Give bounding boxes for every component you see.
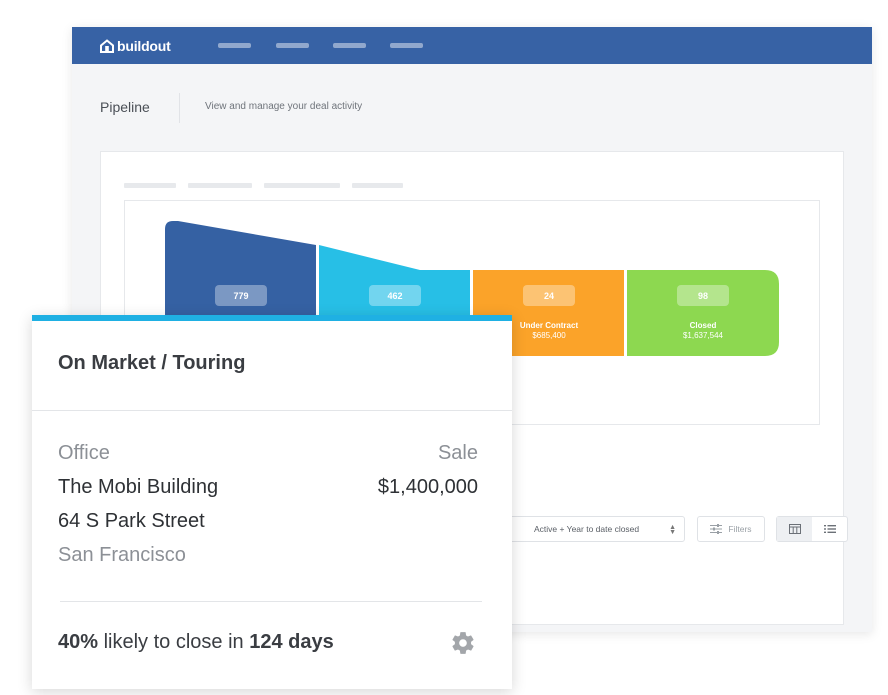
close-likelihood: 40% likely to close in 124 days <box>58 631 334 654</box>
filters-icon <box>710 524 723 534</box>
board-view-button[interactable] <box>777 517 812 541</box>
deal-price: $1,400,000 <box>377 476 478 498</box>
list-view-button[interactable] <box>812 517 847 541</box>
skeleton-tab <box>352 183 403 188</box>
card-divider <box>60 601 482 602</box>
filters-button[interactable]: Filters <box>697 516 765 542</box>
deal-stage-title: On Market / Touring <box>58 352 246 374</box>
deal-card[interactable]: On Market / Touring Office Sale The Mobi… <box>32 315 512 689</box>
stage: buildout Pipeline View and manage your d… <box>0 0 888 695</box>
brand-logo[interactable]: buildout <box>100 37 171 54</box>
likelihood-percent: 40% <box>58 631 99 653</box>
property-city: San Francisco <box>58 544 186 566</box>
nav-item-placeholder[interactable] <box>333 43 366 48</box>
gear-icon[interactable] <box>450 630 476 656</box>
list-view-icon <box>823 525 836 533</box>
view-toggle <box>776 516 848 542</box>
nav-item-placeholder[interactable] <box>276 43 309 48</box>
property-street: 64 S Park Street <box>58 510 205 532</box>
brand-name: buildout <box>117 37 171 54</box>
page-title: Pipeline <box>100 99 150 115</box>
card-divider <box>32 410 512 411</box>
card-accent-bar <box>32 315 512 321</box>
status-filter-value: Active + Year to date closed <box>534 524 640 534</box>
property-type: Office <box>58 442 110 464</box>
filters-label: Filters <box>728 524 752 534</box>
deal-type: Sale <box>437 442 478 464</box>
stage-amount: $1,637,544 <box>682 331 724 340</box>
stage-label: Closed <box>689 321 717 330</box>
header-divider <box>179 93 180 123</box>
nav-item-placeholder[interactable] <box>218 43 251 48</box>
skeleton-tab <box>124 183 176 188</box>
stage-count-badge: 98 <box>677 285 729 306</box>
skeleton-tab <box>264 183 340 188</box>
stage-count-badge: 462 <box>369 285 421 306</box>
select-caret-icon: ▲ ▼ <box>669 524 676 536</box>
home-logo-icon <box>100 38 114 53</box>
likelihood-text: likely to close in <box>98 631 250 653</box>
page-subtitle: View and manage your deal activity <box>205 101 363 112</box>
funnel-stage-4-shape[interactable] <box>627 270 779 356</box>
top-nav-bar: buildout <box>72 27 872 64</box>
board-view-icon <box>788 524 801 534</box>
stage-count-badge: 779 <box>215 285 267 306</box>
stage-count-badge: 24 <box>523 285 575 306</box>
days-to-close: 124 days <box>249 631 334 653</box>
skeleton-tab <box>188 183 252 188</box>
nav-item-placeholder[interactable] <box>390 43 423 48</box>
property-name: The Mobi Building <box>58 476 219 498</box>
